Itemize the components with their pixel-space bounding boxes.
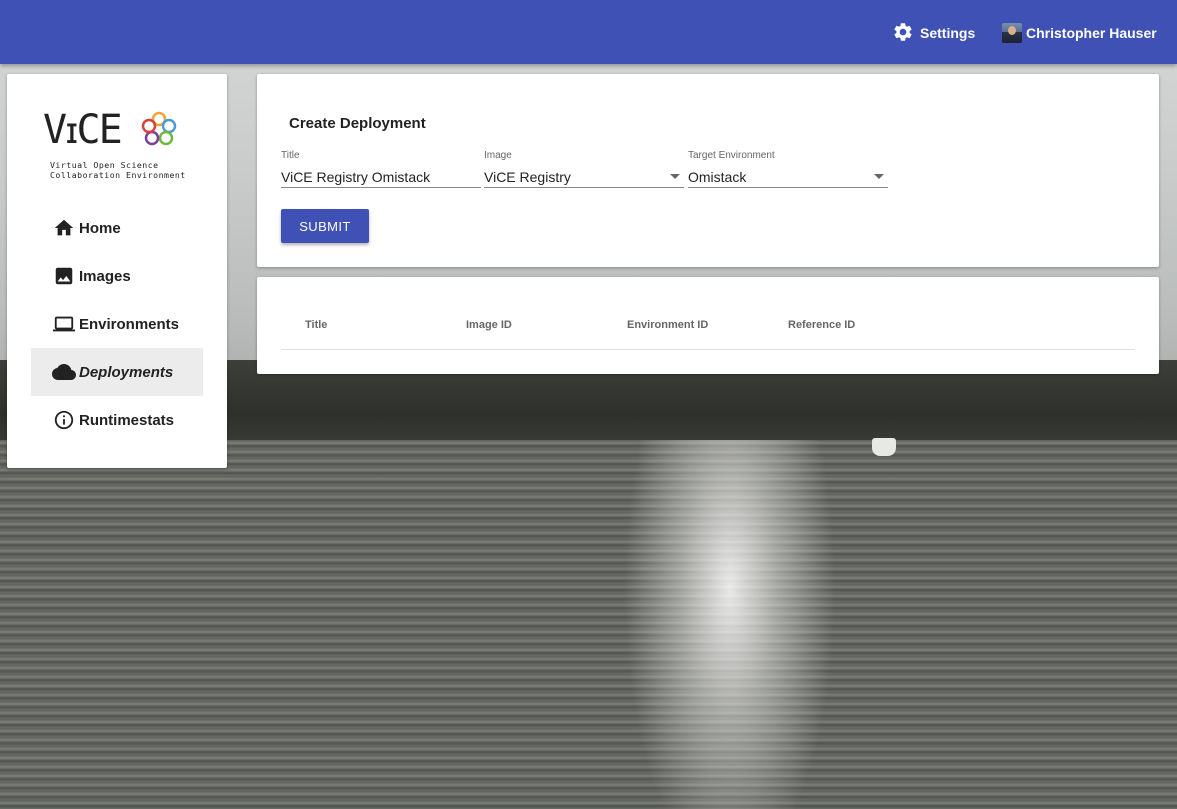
sidebar-item-deployments[interactable]: Deployments: [31, 348, 203, 396]
nav-list: Home Images Environments Deployments Run…: [31, 204, 203, 444]
column-header-reference-id[interactable]: Reference ID: [788, 319, 855, 331]
sidebar-item-images[interactable]: Images: [31, 252, 203, 300]
app-bar: Settings Christopher Hauser: [0, 0, 1177, 64]
title-field-label: Title: [281, 150, 300, 161]
logo-wordmark: VɪCE: [43, 107, 123, 153]
target-environment-select[interactable]: Omistack: [688, 166, 888, 188]
vice-logo: VɪCE Virtual Open Science Collaboration …: [43, 110, 195, 182]
sidebar-item-home[interactable]: Home: [31, 204, 203, 252]
sidebar-item-label: Home: [79, 219, 121, 237]
create-deployment-card: Create Deployment Title Image ViCE Regis…: [257, 74, 1159, 267]
sidebar-item-runtimestats[interactable]: Runtimestats: [31, 396, 203, 444]
image-select[interactable]: ViCE Registry: [484, 166, 684, 188]
boat: [872, 438, 896, 456]
sidebar-item-label: Deployments: [79, 363, 174, 381]
title-field: Title: [281, 149, 481, 189]
form-title: Create Deployment: [289, 115, 426, 132]
settings-label: Settings: [920, 25, 976, 41]
avatar: [1002, 23, 1022, 43]
laptop-icon: [52, 312, 76, 336]
user-menu[interactable]: Christopher Hauser: [1002, 22, 1157, 44]
home-icon: [52, 216, 76, 240]
title-input[interactable]: [281, 166, 481, 188]
deployments-table-card: Title Image ID Environment ID Reference …: [257, 277, 1159, 374]
sidebar-item-label: Runtimestats: [79, 411, 175, 429]
image-field: Image ViCE Registry: [484, 149, 684, 189]
sidebar-item-environments[interactable]: Environments: [31, 300, 203, 348]
info-icon: [52, 408, 76, 432]
sidebar-item-label: Images: [79, 267, 131, 285]
chevron-down-icon: [874, 174, 884, 179]
table-header: Title Image ID Environment ID Reference …: [281, 301, 1135, 350]
column-header-title[interactable]: Title: [305, 319, 327, 331]
sidebar: VɪCE Virtual Open Science Collaboration …: [7, 74, 227, 468]
image-icon: [52, 264, 76, 288]
column-header-image-id[interactable]: Image ID: [466, 319, 512, 331]
sidebar-item-label: Environments: [79, 315, 180, 333]
user-name: Christopher Hauser: [1026, 25, 1157, 41]
water: [0, 440, 1177, 809]
settings-button[interactable]: Settings: [892, 22, 975, 44]
target-environment-field: Target Environment Omistack: [688, 149, 888, 189]
cloud-icon: [52, 360, 76, 384]
submit-button[interactable]: SUBMIT: [281, 209, 369, 243]
gear-icon: [892, 21, 914, 46]
column-header-environment-id[interactable]: Environment ID: [627, 319, 708, 331]
target-environment-label: Target Environment: [688, 150, 775, 161]
logo-rings-icon: [141, 111, 177, 146]
logo-subtitle: Virtual Open Science Collaboration Envir…: [50, 160, 186, 180]
chevron-down-icon: [670, 174, 680, 179]
image-field-label: Image: [484, 150, 512, 161]
